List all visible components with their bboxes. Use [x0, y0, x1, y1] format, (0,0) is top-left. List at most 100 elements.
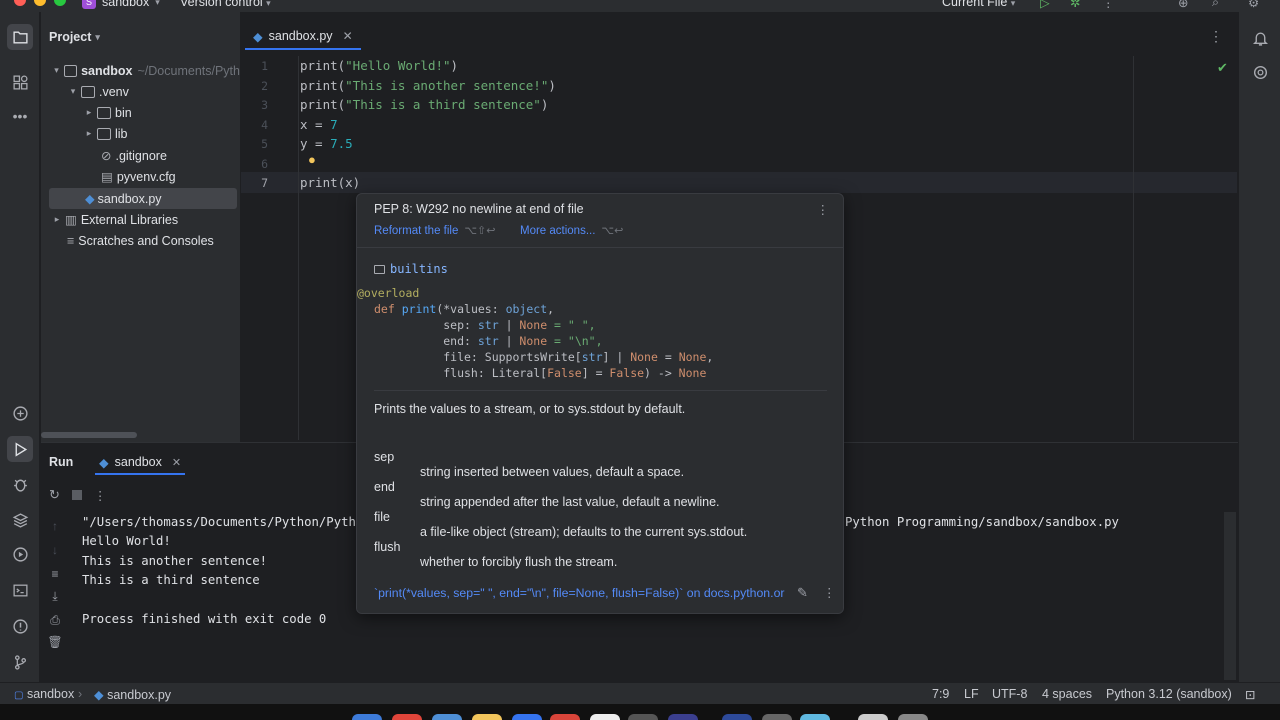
dock-app-icon[interactable]: [762, 714, 792, 720]
sig-token: None: [678, 350, 707, 364]
indent-setting[interactable]: 4 spaces: [1042, 687, 1092, 701]
settings-icon[interactable]: ⚙: [1248, 0, 1259, 10]
ai-assistant-button[interactable]: [1250, 62, 1270, 82]
dock-app-icon[interactable]: [472, 714, 502, 720]
tree-item-venv[interactable]: ▾ .venv: [41, 81, 240, 102]
tree-item-sandbox-py[interactable]: ◆ sandbox.py: [49, 188, 237, 209]
dock-app-icon[interactable]: [550, 714, 580, 720]
pencil-icon[interactable]: ✎: [797, 585, 808, 601]
dock-app-icon[interactable]: [628, 714, 658, 720]
close-icon[interactable]: ✕: [343, 29, 353, 43]
tree-item-label: External Libraries: [80, 212, 179, 227]
tree-item-external-libraries[interactable]: ▸ ▥ External Libraries: [41, 209, 240, 230]
run-config-selector[interactable]: Current File ▾: [942, 0, 1015, 9]
vcs-widget[interactable]: Version control ▾: [180, 0, 271, 9]
dock-app-icon[interactable]: [722, 714, 752, 720]
search-icon[interactable]: ⌕: [1212, 0, 1219, 10]
tree-item-pyvenv[interactable]: ▤ pyvenv.cfg: [41, 166, 240, 187]
check-icon[interactable]: ✔: [1217, 60, 1228, 76]
project-panel-header[interactable]: Project ▾: [49, 30, 100, 44]
tree-item-gitignore[interactable]: ⊘ .gitignore: [41, 145, 240, 166]
stop-icon[interactable]: [71, 490, 82, 500]
dock-app-icon[interactable]: [800, 714, 830, 720]
minimize-window-button[interactable]: [34, 0, 46, 6]
tree-item-bin[interactable]: ▸ bin: [41, 102, 240, 123]
layers-tool-button[interactable]: [10, 510, 30, 530]
problems-tool-button[interactable]: [10, 616, 30, 636]
arrow-down-icon[interactable]: ↓: [47, 543, 63, 559]
soft-wrap-icon[interactable]: ≡: [47, 567, 63, 583]
trash-icon[interactable]: 🗑: [47, 635, 63, 651]
scroll-to-end-icon[interactable]: ⤓: [47, 589, 63, 605]
run-tab-sandbox[interactable]: ◆ sandbox ✕: [95, 451, 186, 475]
run-icon[interactable]: ▷: [1040, 0, 1050, 10]
print-icon[interactable]: ⎙: [47, 613, 63, 629]
dock-app-icon[interactable]: [352, 714, 382, 720]
param-description: string inserted between values, default …: [420, 465, 685, 479]
rerun-icon[interactable]: ↻: [49, 487, 60, 503]
bug-icon: [13, 479, 27, 492]
run-tool-button[interactable]: [7, 436, 33, 462]
file-encoding[interactable]: UTF-8: [992, 687, 1027, 701]
line-separator[interactable]: LF: [964, 687, 979, 701]
tab-options-icon[interactable]: ⋮: [1209, 28, 1223, 45]
arrow-up-icon[interactable]: ↑: [47, 519, 63, 535]
reformat-file-link[interactable]: Reformat the file ⌥⇧↩: [374, 224, 495, 237]
services-tool-button[interactable]: [10, 544, 30, 564]
signature-divider: [374, 390, 827, 391]
debug-icon[interactable]: ✲: [1070, 0, 1080, 10]
code-line[interactable]: x = 7: [300, 117, 338, 132]
breadcrumb-project[interactable]: ▢ sandbox: [14, 687, 74, 701]
debug-tool-button[interactable]: [10, 474, 30, 494]
tree-item-lib[interactable]: ▸ lib: [41, 123, 240, 144]
lightbulb-icon[interactable]: ●: [308, 152, 316, 167]
terminal-tool-button[interactable]: [10, 580, 30, 600]
breadcrumb-file[interactable]: ◆ sandbox.py: [94, 687, 171, 702]
structure-tool-button[interactable]: [10, 72, 30, 92]
code-token: y =: [300, 136, 331, 151]
lock-icon[interactable]: ⊡: [1245, 687, 1255, 702]
project-tool-button[interactable]: [7, 24, 33, 50]
close-icon[interactable]: ✕: [172, 456, 181, 469]
dock-app-icon[interactable]: [668, 714, 698, 720]
git-tool-button[interactable]: [10, 652, 30, 672]
more-tools-button[interactable]: •••: [10, 106, 30, 126]
folder-icon: [12, 30, 28, 44]
project-scrollbar[interactable]: [41, 432, 137, 438]
tree-item-scratches[interactable]: ≡ Scratches and Consoles: [41, 230, 240, 251]
python-interpreter[interactable]: Python 3.12 (sandbox): [1106, 687, 1232, 701]
zoom-window-button[interactable]: [54, 0, 66, 6]
tree-item-path: ~/Documents/Pyth: [137, 63, 240, 78]
console-scrollbar[interactable]: [1224, 512, 1236, 680]
close-window-button[interactable]: [14, 0, 26, 6]
run-toolbar: ↻ ⋮: [49, 487, 106, 503]
python-console-button[interactable]: [10, 403, 30, 423]
console-line: This is a third sentence: [82, 573, 260, 587]
module-link[interactable]: builtins: [374, 262, 448, 276]
dock-app-icon[interactable]: [858, 714, 888, 720]
more-actions-link[interactable]: More actions... ⌥↩: [520, 224, 623, 237]
external-doc-link[interactable]: `print(*values, sep=" ", end="\n", file=…: [374, 586, 794, 600]
code-line[interactable]: y = 7.5: [300, 136, 353, 151]
notifications-button[interactable]: [1250, 28, 1270, 48]
more-options-icon[interactable]: ⋮: [94, 488, 107, 503]
code-line[interactable]: print("Hello World!"): [300, 58, 458, 73]
dock-app-icon[interactable]: [590, 714, 620, 720]
popup-options-icon[interactable]: ⋮: [817, 202, 830, 217]
more-actions-icon[interactable]: ⋮: [1102, 0, 1115, 10]
reformat-label: Reformat the file: [374, 225, 459, 237]
add-user-icon[interactable]: ⊕: [1178, 0, 1188, 10]
code-line[interactable]: print("This is another sentence!"): [300, 78, 556, 93]
doc-options-icon[interactable]: ⋮: [823, 585, 836, 600]
dock-app-icon[interactable]: [392, 714, 422, 720]
dock-app-icon[interactable]: [512, 714, 542, 720]
module-folder-icon: [374, 264, 385, 274]
caret-position[interactable]: 7:9: [932, 687, 949, 701]
dock-app-icon[interactable]: [432, 714, 462, 720]
dock-app-icon[interactable]: [898, 714, 928, 720]
project-switcher[interactable]: S sandbox ▾: [82, 0, 160, 9]
code-line[interactable]: print(x): [300, 175, 360, 190]
code-line[interactable]: print("This is a third sentence"): [300, 97, 548, 112]
tree-item-sandbox[interactable]: ▾ sandbox ~/Documents/Pyth: [41, 60, 240, 81]
tab-sandbox-py[interactable]: ◆ sandbox.py ✕: [245, 24, 361, 50]
